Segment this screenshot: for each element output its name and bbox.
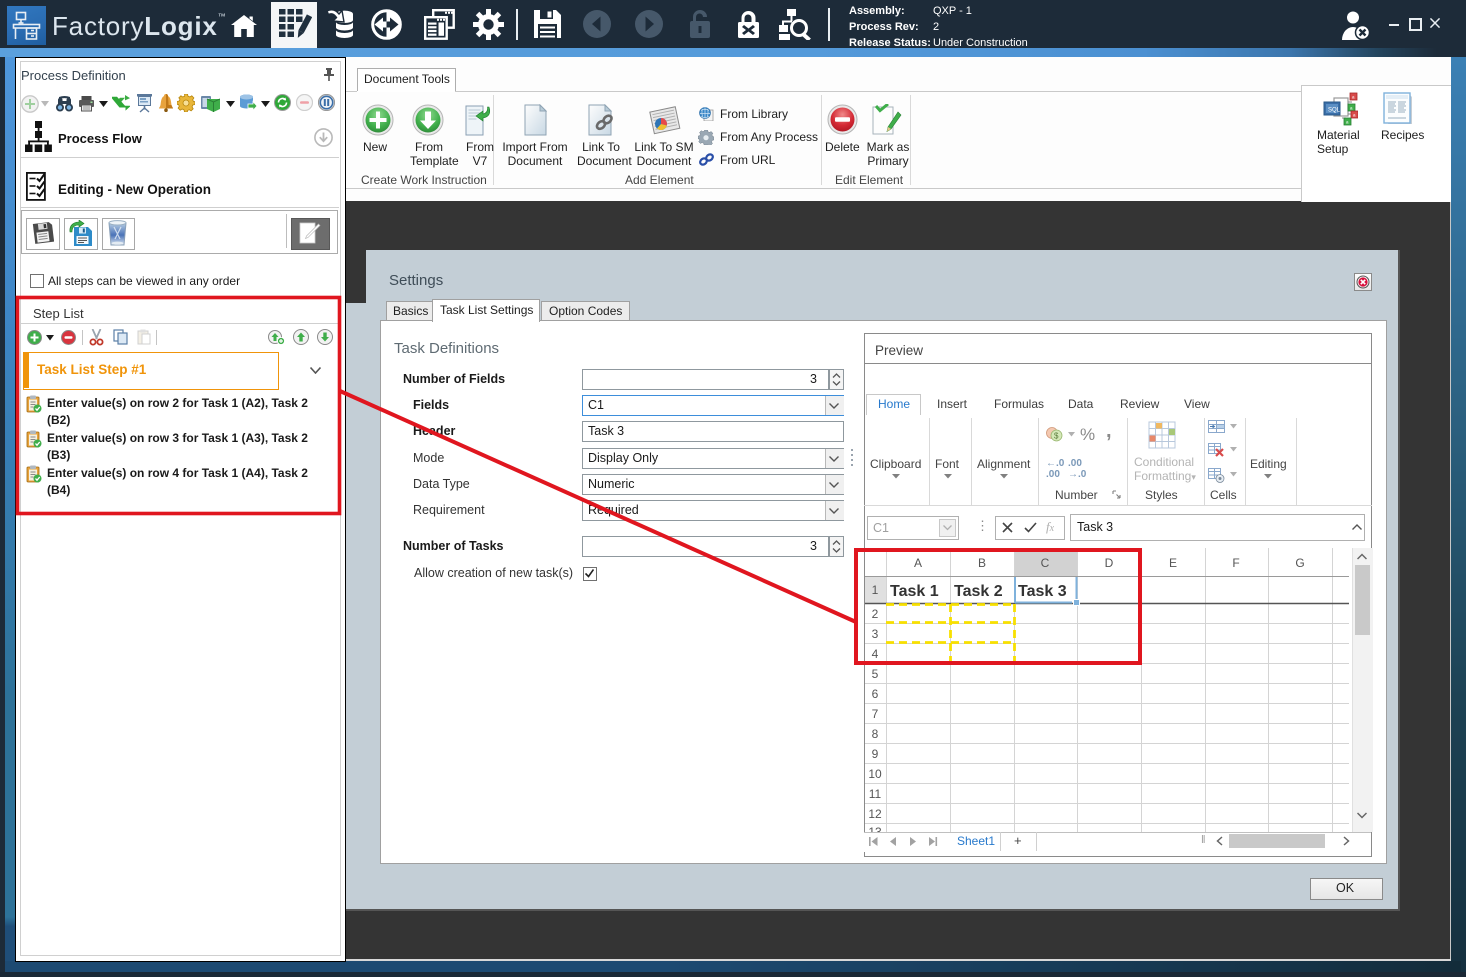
svg-text:13: 13 <box>868 825 882 832</box>
svg-text:5: 5 <box>872 667 879 681</box>
svg-text:6: 6 <box>872 687 879 701</box>
svg-text:G: G <box>1295 556 1304 570</box>
svg-text:C: C <box>1041 556 1050 570</box>
svg-text:D: D <box>1105 556 1114 570</box>
svg-text:2: 2 <box>872 607 879 621</box>
svg-text:8: 8 <box>872 727 879 741</box>
svg-text:Task 1: Task 1 <box>890 583 939 600</box>
svg-text:B: B <box>978 556 986 570</box>
svg-text:11: 11 <box>869 787 882 801</box>
svg-text:Task 3: Task 3 <box>1018 583 1067 600</box>
svg-text:12: 12 <box>868 807 882 821</box>
svg-text:F: F <box>1232 556 1239 570</box>
svg-text:9: 9 <box>872 747 879 761</box>
svg-text:A: A <box>914 556 922 570</box>
svg-text:3: 3 <box>872 627 879 641</box>
svg-text:1: 1 <box>872 583 879 597</box>
svg-text:4: 4 <box>872 647 879 661</box>
svg-text:10: 10 <box>868 767 882 781</box>
svg-text:7: 7 <box>872 707 879 721</box>
svg-text:E: E <box>1169 556 1177 570</box>
svg-text:SQL: SQL <box>1328 108 1341 114</box>
svg-text:$: $ <box>1054 432 1059 441</box>
svg-text:Task 2: Task 2 <box>954 583 1003 600</box>
